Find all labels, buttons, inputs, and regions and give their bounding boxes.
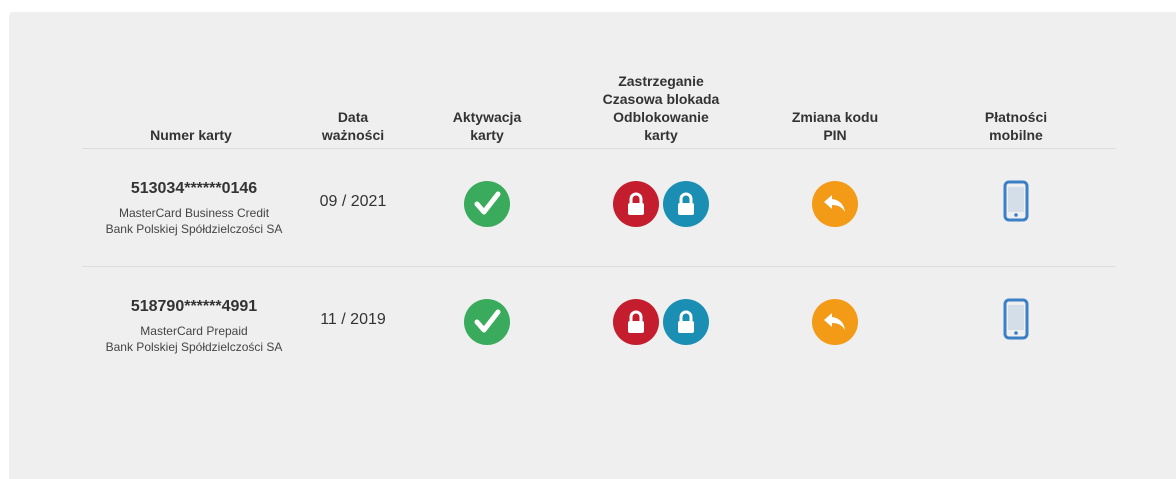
lock-icon bbox=[678, 310, 694, 333]
card-type: MasterCard Prepaid bbox=[140, 324, 248, 339]
blocking-cell bbox=[568, 148, 754, 267]
card-number: 518790******4991 bbox=[130, 298, 258, 316]
cards-table: Numer karty Data ważności Aktywacja kart… bbox=[82, 72, 1116, 385]
header-expiry: Data ważności bbox=[300, 72, 406, 149]
mobile-payments-button[interactable] bbox=[1003, 180, 1029, 227]
card-info-cell: 513034******0146 MasterCard Business Cre… bbox=[82, 148, 300, 267]
activate-card-button[interactable] bbox=[464, 298, 510, 345]
temporary-block-button[interactable] bbox=[663, 298, 709, 345]
cards-panel: Numer karty Data ważności Aktywacja kart… bbox=[9, 12, 1176, 479]
mobile-payments-button[interactable] bbox=[1003, 298, 1029, 345]
header-activation: Aktywacja karty bbox=[406, 72, 568, 149]
expiry-cell: 09 / 2021 bbox=[300, 148, 406, 267]
card-expiry: 09 / 2021 bbox=[319, 192, 387, 210]
lock-icon bbox=[628, 192, 644, 215]
check-icon bbox=[474, 309, 501, 333]
header-mobile-payments: Płatności mobilne bbox=[916, 72, 1116, 149]
card-bank: Bank Polskiej Spółdzielczości SA bbox=[105, 340, 283, 355]
card-info-cell: 518790******4991 MasterCard Prepaid Bank… bbox=[82, 267, 300, 385]
card-bank: Bank Polskiej Spółdzielczości SA bbox=[105, 222, 283, 236]
header-card-number: Numer karty bbox=[82, 72, 300, 149]
reply-arrow-icon bbox=[824, 194, 845, 212]
header-blocking: Zastrzeganie Czasowa blokada Odblokowani… bbox=[568, 72, 754, 149]
card-expiry: 11 / 2019 bbox=[320, 310, 386, 328]
activation-cell bbox=[406, 148, 568, 267]
change-pin-button[interactable] bbox=[812, 298, 858, 345]
pin-change-cell bbox=[754, 267, 916, 385]
activation-cell bbox=[406, 267, 568, 385]
lock-icon bbox=[628, 310, 644, 333]
change-pin-button[interactable] bbox=[812, 180, 858, 227]
header-pin-change: Zmiana kodu PIN bbox=[754, 72, 916, 149]
table-row: 513034******0146 MasterCard Business Cre… bbox=[82, 148, 1116, 267]
smartphone-icon bbox=[1003, 180, 1029, 222]
smartphone-icon bbox=[1003, 298, 1029, 340]
table-header-row: Numer karty Data ważności Aktywacja kart… bbox=[82, 72, 1116, 149]
block-card-button[interactable] bbox=[613, 298, 659, 345]
mobile-payments-cell bbox=[916, 267, 1116, 385]
lock-icon bbox=[678, 192, 694, 215]
card-type: MasterCard Business Credit bbox=[118, 206, 270, 220]
table-row: 518790******4991 MasterCard Prepaid Bank… bbox=[82, 267, 1116, 385]
expiry-cell: 11 / 2019 bbox=[300, 267, 406, 385]
check-icon bbox=[474, 191, 501, 214]
activate-card-button[interactable] bbox=[464, 180, 510, 227]
temporary-block-button[interactable] bbox=[663, 180, 709, 227]
mobile-payments-cell bbox=[916, 148, 1116, 267]
card-number: 513034******0146 bbox=[130, 180, 258, 197]
reply-arrow-icon bbox=[824, 312, 845, 330]
block-card-button[interactable] bbox=[613, 180, 659, 227]
blocking-cell bbox=[568, 267, 754, 385]
pin-change-cell bbox=[754, 148, 916, 267]
